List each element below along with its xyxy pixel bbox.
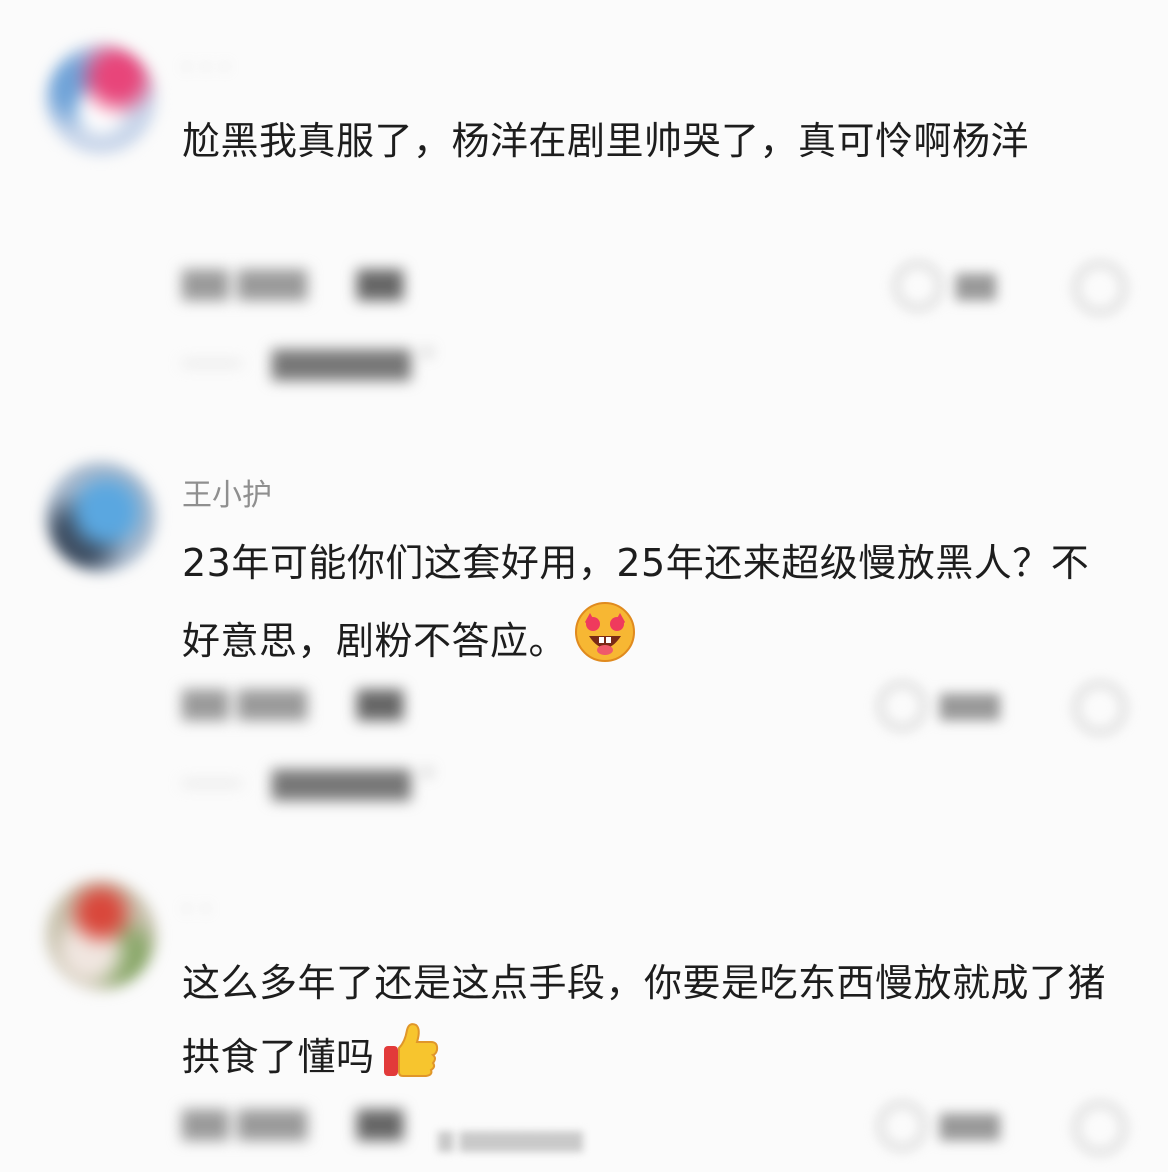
comment-date: ▇▇ ▇▇▇ [182, 1106, 307, 1141]
avatar[interactable] [46, 462, 156, 572]
dislike-icon[interactable] [1074, 682, 1126, 734]
thumbs-up-emoji-icon [381, 1020, 441, 1104]
username[interactable]: · · · [182, 50, 230, 85]
dislike-icon[interactable] [1074, 262, 1126, 314]
divider [182, 782, 242, 785]
like-button[interactable]: ▇▇▇ [878, 1102, 1000, 1150]
expand-replies-button[interactable]: ▇▇▇▇▇▇ ˅ [182, 766, 435, 801]
comment-meta: ▇▇ ▇▇▇ ▇▇ [182, 266, 403, 301]
comment-text-content: 这么多年了还是这点手段，你要是吃东西慢放就成了猪拱食了懂吗 [182, 961, 1107, 1079]
like-count: ▇▇ [956, 271, 996, 301]
comment-meta: ▇▇ ▇▇▇ ▇▇ [182, 1106, 403, 1141]
heart-icon [878, 682, 926, 730]
username[interactable]: · · [182, 892, 211, 927]
reply-button[interactable]: ▇▇ [357, 686, 403, 721]
comment-date: ▇▇ ▇▇▇ [182, 686, 307, 721]
heart-icon [878, 1102, 926, 1150]
comment-text: 尬黑我真服了，杨洋在剧里帅哭了，真可怜啊杨洋 [182, 104, 1122, 178]
reply-button[interactable]: ▇▇ [357, 1106, 403, 1141]
watermark: ▇ ▇▇▇▇▇▇▇▇ [438, 1128, 583, 1152]
comment-meta: ▇▇ ▇▇▇ ▇▇ [182, 686, 403, 721]
dislike-icon[interactable] [1074, 1102, 1126, 1154]
heart-icon [894, 262, 942, 310]
like-button[interactable]: ▇▇▇ [878, 682, 1000, 730]
comment-date: ▇▇ ▇▇▇ [182, 266, 307, 301]
expand-replies-button[interactable]: ▇▇▇▇▇▇ ˅ [182, 346, 435, 381]
comment-text-content: 尬黑我真服了，杨洋在剧里帅哭了，真可怜啊杨洋 [182, 119, 1030, 163]
star-struck-emoji-icon [573, 600, 637, 688]
avatar[interactable] [46, 880, 156, 990]
expand-replies-label: ▇▇▇▇▇▇ ˅ [272, 346, 435, 381]
reply-button[interactable]: ▇▇ [357, 266, 403, 301]
like-count: ▇▇▇ [940, 1111, 1000, 1141]
avatar[interactable] [46, 44, 156, 154]
divider [182, 362, 242, 365]
comment-text: 23年可能你们这套好用，25年还来超级慢放黑人？不好意思，剧粉不答应。 [182, 526, 1122, 688]
expand-replies-label: ▇▇▇▇▇▇ ˅ [272, 766, 435, 801]
comment-text: 这么多年了还是这点手段，你要是吃东西慢放就成了猪拱食了懂吗 [182, 946, 1122, 1104]
like-button[interactable]: ▇▇ [894, 262, 996, 310]
like-count: ▇▇▇ [940, 691, 1000, 721]
username[interactable]: 王小护 [182, 470, 272, 514]
